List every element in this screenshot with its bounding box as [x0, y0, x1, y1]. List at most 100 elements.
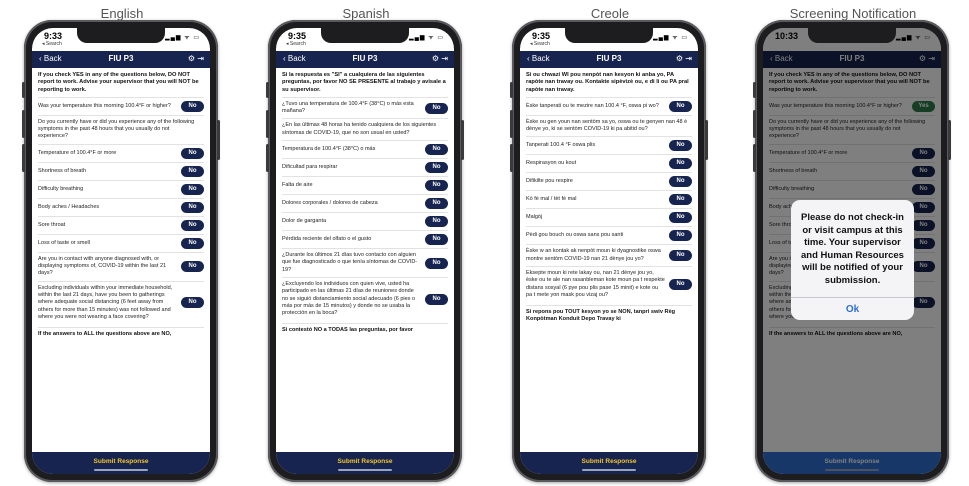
questionnaire: Si ou chwazi WI pou nenpòt nan kesyon ki… [520, 68, 698, 324]
questionnaire: Si la respuesta es "SI" a cualquiera de … [276, 68, 454, 335]
question-text: Difikilte pou respire [526, 178, 573, 185]
yes-no-toggle[interactable]: No [669, 250, 692, 262]
question-row: Kò fè mal / tèt fè mal No [526, 190, 692, 208]
question-row: Do you currently have or did you experie… [38, 114, 204, 144]
question-text: Dolor de garganta [282, 217, 327, 224]
home-indicator [94, 469, 148, 471]
question-row: Temperature of 100.4°F or more No [38, 143, 204, 162]
settings-logout-icon[interactable]: ⚙ ⇥ [432, 54, 448, 63]
yes-no-toggle[interactable]: No [181, 219, 204, 231]
nav-title: FIU P3 [352, 54, 378, 63]
notch [77, 28, 165, 43]
status-time: 9:35 [288, 31, 307, 41]
question-text: ¿Excluyendo los individuos con quien viv… [282, 280, 415, 317]
yes-no-toggle[interactable]: No [669, 158, 692, 170]
mute-switch [22, 82, 25, 98]
phone-mockup-3: 9:35 ◂ Search ▂▄▆ ᯤ ▭ ‹ Back FIU P3 ⚙ ⇥ … [510, 20, 708, 482]
question-row: Body aches / Headaches No [38, 197, 204, 216]
phone-mockup-4: 10:33 ▂▄▆ ᯤ ▭ ‹ Back FIU P3 ⚙ ⇥ If you c… [753, 20, 951, 482]
question-row: Sore throat No [38, 215, 204, 234]
yes-no-toggle[interactable]: No [425, 180, 448, 192]
back-to-search-link[interactable]: ◂ Search [286, 41, 306, 47]
question-text: Difficulty breathing [38, 185, 84, 192]
question-text: ¿Durante los últimos 21 días tuvo contac… [282, 252, 418, 273]
yes-no-toggle[interactable]: No [425, 102, 448, 114]
closing-instructions: Si repons pou TOUT kesyon yo se NON, tan… [526, 305, 692, 323]
question-row: Are you in contact with anyone diagnosed… [38, 251, 204, 281]
yes-no-toggle[interactable]: No [669, 230, 692, 242]
question-row: Èske tanperati ou te mezire nan 100.4 °F… [526, 96, 692, 115]
mute-switch [753, 82, 756, 98]
screening-alert-dialog: Please do not check-in or visit campus a… [791, 200, 914, 320]
question-text: Temperatura de 100.4°F (38°C) o más [282, 145, 376, 152]
question-row: Excluding individuals within your immedi… [38, 280, 204, 324]
nav-title: FIU P3 [108, 54, 134, 63]
alert-message: Please do not check-in or visit campus a… [801, 212, 904, 286]
question-row: Difikilte pou respire No [526, 172, 692, 190]
intro-instructions: Si ou chwazi WI pou nenpòt nan kesyon ki… [526, 72, 689, 93]
yes-no-toggle[interactable]: No [181, 261, 204, 273]
yes-no-toggle[interactable]: No [669, 194, 692, 206]
yes-no-toggle[interactable]: No [181, 165, 204, 177]
power-button [948, 120, 951, 160]
intro-instructions: Si la respuesta es "SI" a cualquiera de … [282, 72, 446, 93]
volume-up-button [753, 110, 756, 138]
yes-no-toggle[interactable]: No [669, 279, 692, 291]
mute-switch [510, 82, 513, 98]
question-row: Difficulty breathing No [38, 179, 204, 198]
yes-no-toggle[interactable]: No [425, 198, 448, 210]
question-text: Pérdida reciente del olfato o el gusto [282, 235, 372, 242]
yes-no-toggle[interactable]: No [669, 212, 692, 224]
home-indicator [582, 469, 636, 471]
yes-no-toggle[interactable]: No [425, 144, 448, 156]
status-time: 9:33 [44, 31, 63, 41]
question-text: ¿En las últimas 48 horas ha tenido cualq… [282, 122, 437, 136]
nav-title: FIU P3 [596, 54, 622, 63]
yes-no-toggle[interactable]: No [669, 100, 692, 112]
question-row: Falta de aire No [282, 176, 448, 194]
yes-no-toggle[interactable]: No [181, 183, 204, 195]
yes-no-toggle[interactable]: No [425, 257, 448, 269]
question-text: Do you currently have or did you experie… [38, 118, 195, 140]
question-row: Dolores corporales / dolores de cabeza No [282, 194, 448, 212]
question-row: Pèdi gou bouch ou oswa sans pou santi No [526, 226, 692, 244]
yes-no-toggle[interactable]: No [425, 162, 448, 174]
notch [808, 28, 896, 43]
question-text: Èske tanperati ou te mezire nan 100.4 °F… [526, 102, 659, 109]
question-list: Was your temperature this morning 100.4°… [38, 96, 204, 324]
yes-no-toggle[interactable]: No [181, 147, 204, 159]
yes-no-toggle[interactable]: No [181, 237, 204, 249]
yes-no-toggle[interactable]: No [425, 216, 448, 228]
yes-no-toggle[interactable]: No [181, 201, 204, 213]
phone-mockup-2: 9:35 ◂ Search ▂▄▆ ᯤ ▭ ‹ Back FIU P3 ⚙ ⇥ … [266, 20, 464, 482]
volume-down-button [266, 144, 269, 172]
phone-screen: 10:33 ▂▄▆ ᯤ ▭ ‹ Back FIU P3 ⚙ ⇥ If you c… [763, 28, 941, 474]
yes-no-toggle[interactable]: No [425, 293, 448, 305]
back-to-search-link[interactable]: ◂ Search [42, 41, 62, 47]
yes-no-toggle[interactable]: No [669, 140, 692, 152]
yes-no-toggle[interactable]: No [181, 297, 204, 309]
question-text: Kò fè mal / tèt fè mal [526, 196, 577, 203]
signal-wifi-battery-icon: ▂▄▆ ᯤ ▭ [165, 35, 200, 41]
phone-mockup-1: 9:33 ◂ Search ▂▄▆ ᯤ ▭ ‹ Back FIU P3 ⚙ ⇥ … [22, 20, 220, 482]
question-row: Èske w an kontak ak nenpòt moun ki dyagn… [526, 244, 692, 266]
settings-logout-icon[interactable]: ⚙ ⇥ [188, 54, 204, 63]
settings-logout-icon[interactable]: ⚙ ⇥ [676, 54, 692, 63]
alert-ok-button[interactable]: Ok [791, 297, 914, 320]
caption-spanish: Spanish [342, 6, 390, 21]
power-button [705, 120, 708, 160]
question-text: Tanperati 100.4 °F oswa plis [526, 142, 596, 149]
volume-down-button [753, 144, 756, 172]
question-text: Excluding individuals within your immedi… [38, 284, 173, 320]
question-text: Respirasyon ou kout [526, 160, 577, 167]
yes-no-toggle[interactable]: No [425, 234, 448, 246]
back-to-search-link[interactable]: ◂ Search [530, 41, 550, 47]
yes-no-toggle[interactable]: No [181, 100, 204, 112]
yes-no-toggle[interactable]: No [669, 176, 692, 188]
question-row: Loss of taste or smell No [38, 233, 204, 252]
question-row: Pérdida reciente del olfato o el gusto No [282, 230, 448, 248]
question-text: Eksepte moun ki rete lakay ou, nan 21 dè… [526, 270, 665, 298]
question-text: Èske w an kontak ak nenpòt moun ki dyagn… [526, 248, 661, 262]
question-row: ¿Excluyendo los individuos con quien viv… [282, 276, 448, 320]
question-text: Dolores corporales / dolores de cabeza [282, 199, 378, 206]
